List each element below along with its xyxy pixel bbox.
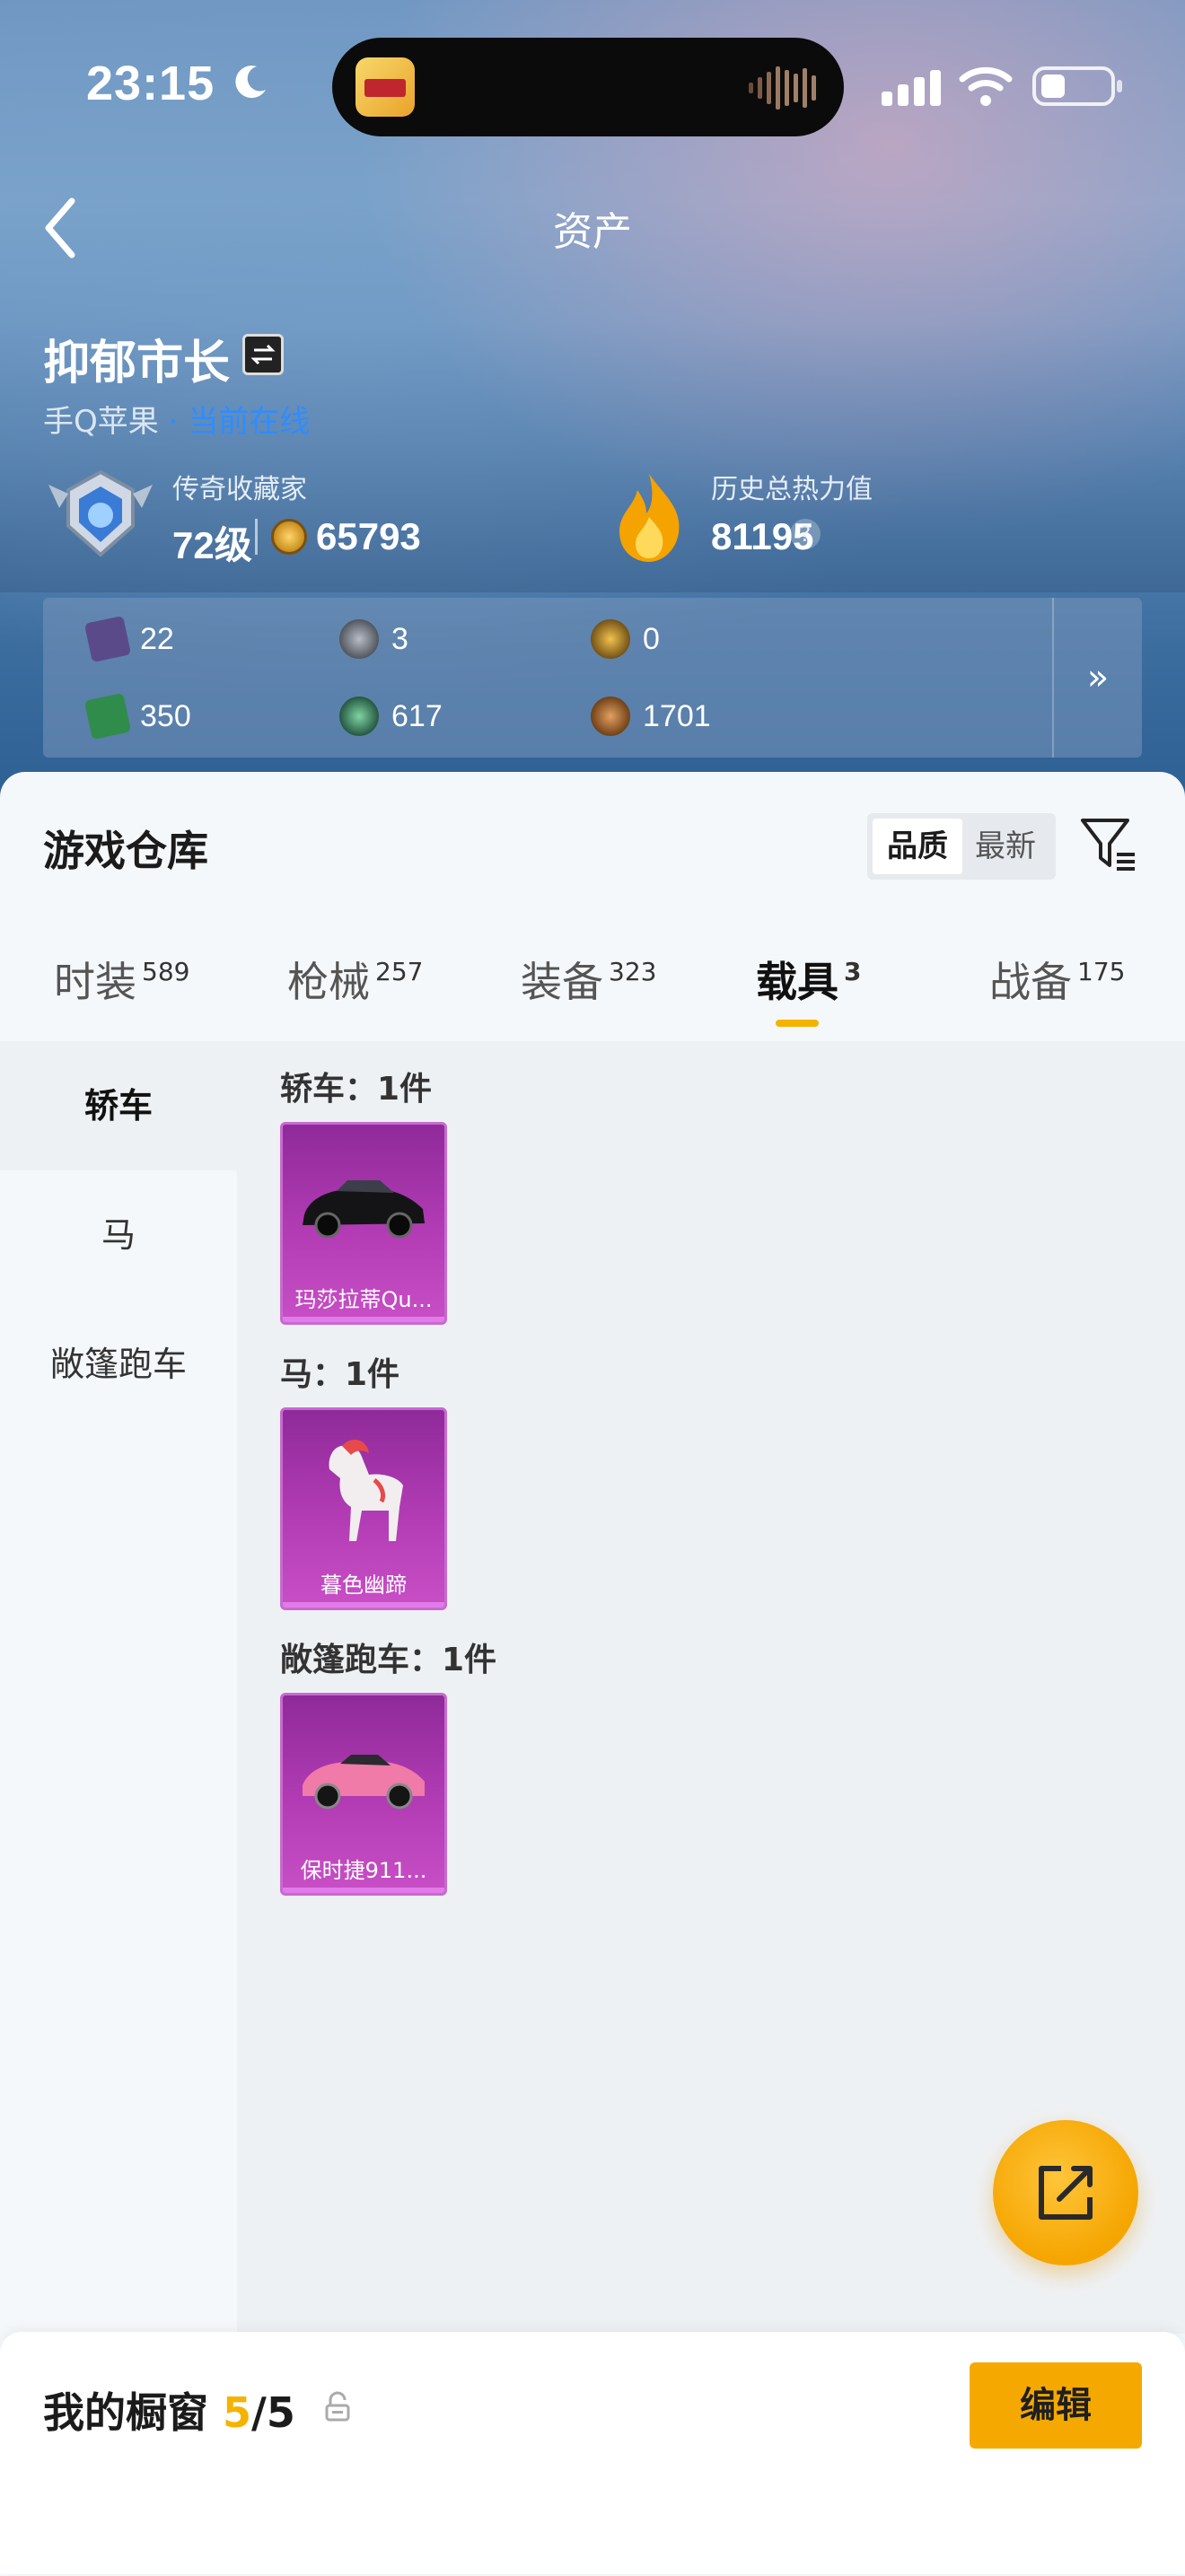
showcase-count-current: 5	[223, 2388, 252, 2437]
warehouse-title: 游戏仓库	[43, 827, 208, 875]
status-bar: 23:15	[0, 0, 1185, 171]
more-resources-button[interactable]: »	[1052, 598, 1142, 758]
rarity-bar	[283, 1888, 444, 1893]
group-title-sedan: 轿车：1件	[280, 1071, 433, 1108]
item-name: 暮色幽蹄	[320, 1573, 407, 1598]
help-icon[interactable]: ?	[790, 519, 821, 549]
lock-icon	[325, 2391, 350, 2422]
tab-equipment[interactable]: 装备 323	[521, 950, 656, 1009]
active-tab-indicator	[776, 1020, 819, 1027]
tab-count: 3	[844, 957, 862, 986]
category-sedan[interactable]: 轿车	[0, 1041, 237, 1170]
rarity-bar	[283, 1317, 444, 1322]
tab-count: 323	[609, 957, 657, 986]
category-convertible[interactable]: 敞篷跑车	[0, 1300, 237, 1429]
resource-item: 1701	[591, 689, 711, 743]
item-name: 玛莎拉蒂Qu...	[294, 1287, 433, 1312]
share-icon	[1039, 2166, 1093, 2220]
showcase-count-total: /5	[251, 2388, 295, 2437]
tab-count: 257	[375, 957, 424, 986]
rarity-bar	[283, 1602, 444, 1608]
tab-vehicles[interactable]: 载具 3	[756, 950, 861, 1009]
stat-divider	[255, 519, 258, 555]
heat-label: 历史总热力值	[711, 474, 873, 505]
bronze-coin-icon	[591, 697, 630, 736]
points-medal-icon	[271, 519, 307, 555]
tab-supplies[interactable]: 战备 175	[989, 950, 1125, 1009]
category-horse[interactable]: 马	[0, 1170, 237, 1300]
flame-icon	[619, 474, 680, 562]
switch-account-icon[interactable]	[242, 334, 284, 375]
dynamic-island	[332, 38, 844, 136]
car-image	[303, 1180, 425, 1239]
resource-item: 0	[591, 612, 660, 666]
edit-button[interactable]: 编辑	[970, 2362, 1142, 2449]
platform-name: 手Q苹果	[43, 404, 159, 440]
sort-latest-button[interactable]: 最新	[961, 819, 1050, 874]
collector-level: 72级	[172, 524, 252, 566]
platform-info: 手Q苹果 · 当前在线	[43, 397, 310, 441]
sort-toggle: 品质 最新	[867, 813, 1056, 880]
legend-collector-badge-icon	[48, 469, 153, 557]
collector-title: 传奇收藏家	[172, 474, 307, 505]
car-image	[303, 1755, 425, 1809]
share-button[interactable]	[993, 2120, 1138, 2265]
horse-image	[329, 1440, 403, 1541]
cellular-signal-icon	[882, 70, 941, 106]
moon-icon	[235, 66, 266, 99]
online-status: · 当前在线	[168, 404, 311, 440]
group-title-horse: 马：1件	[280, 1356, 400, 1393]
resource-item: 22	[83, 612, 174, 666]
tab-count: 175	[1077, 957, 1126, 986]
page-title: 资产	[553, 209, 632, 255]
item-card-horse[interactable]: 暮色幽蹄	[280, 1407, 447, 1610]
tab-weapons[interactable]: 枪械 257	[287, 950, 423, 1009]
gold-badge-icon	[591, 619, 630, 659]
battery-icon	[1032, 66, 1122, 106]
resource-item: 3	[339, 612, 408, 666]
filter-icon[interactable]	[1077, 813, 1140, 876]
tab-fashion[interactable]: 时装 589	[54, 950, 189, 1009]
resource-item: 350	[83, 689, 191, 743]
sort-quality-button[interactable]: 品质	[873, 819, 962, 874]
collector-points: 65793	[316, 515, 421, 557]
green-card-icon	[83, 692, 132, 740]
item-card-sedan[interactable]: 玛莎拉蒂Qu...	[280, 1122, 447, 1325]
status-time: 23:15	[86, 57, 215, 110]
player-name: 抑郁市长	[43, 337, 231, 390]
item-name: 保时捷911...	[300, 1858, 427, 1883]
showcase-label: 我的橱窗 5/5	[43, 2388, 295, 2437]
resource-panel: 22 3 0 350 617 1701 »	[43, 598, 1142, 758]
app-icon	[356, 57, 415, 117]
audio-wave-icon	[749, 66, 816, 110]
tab-count: 589	[142, 957, 190, 986]
resource-item: 617	[339, 689, 443, 743]
wifi-icon	[959, 66, 1013, 106]
silver-coin-icon	[339, 619, 379, 659]
green-orb-icon	[339, 697, 379, 736]
group-title-convertible: 敞篷跑车：1件	[280, 1642, 497, 1678]
purple-card-icon	[83, 615, 132, 663]
item-card-convertible[interactable]: 保时捷911...	[280, 1693, 447, 1896]
